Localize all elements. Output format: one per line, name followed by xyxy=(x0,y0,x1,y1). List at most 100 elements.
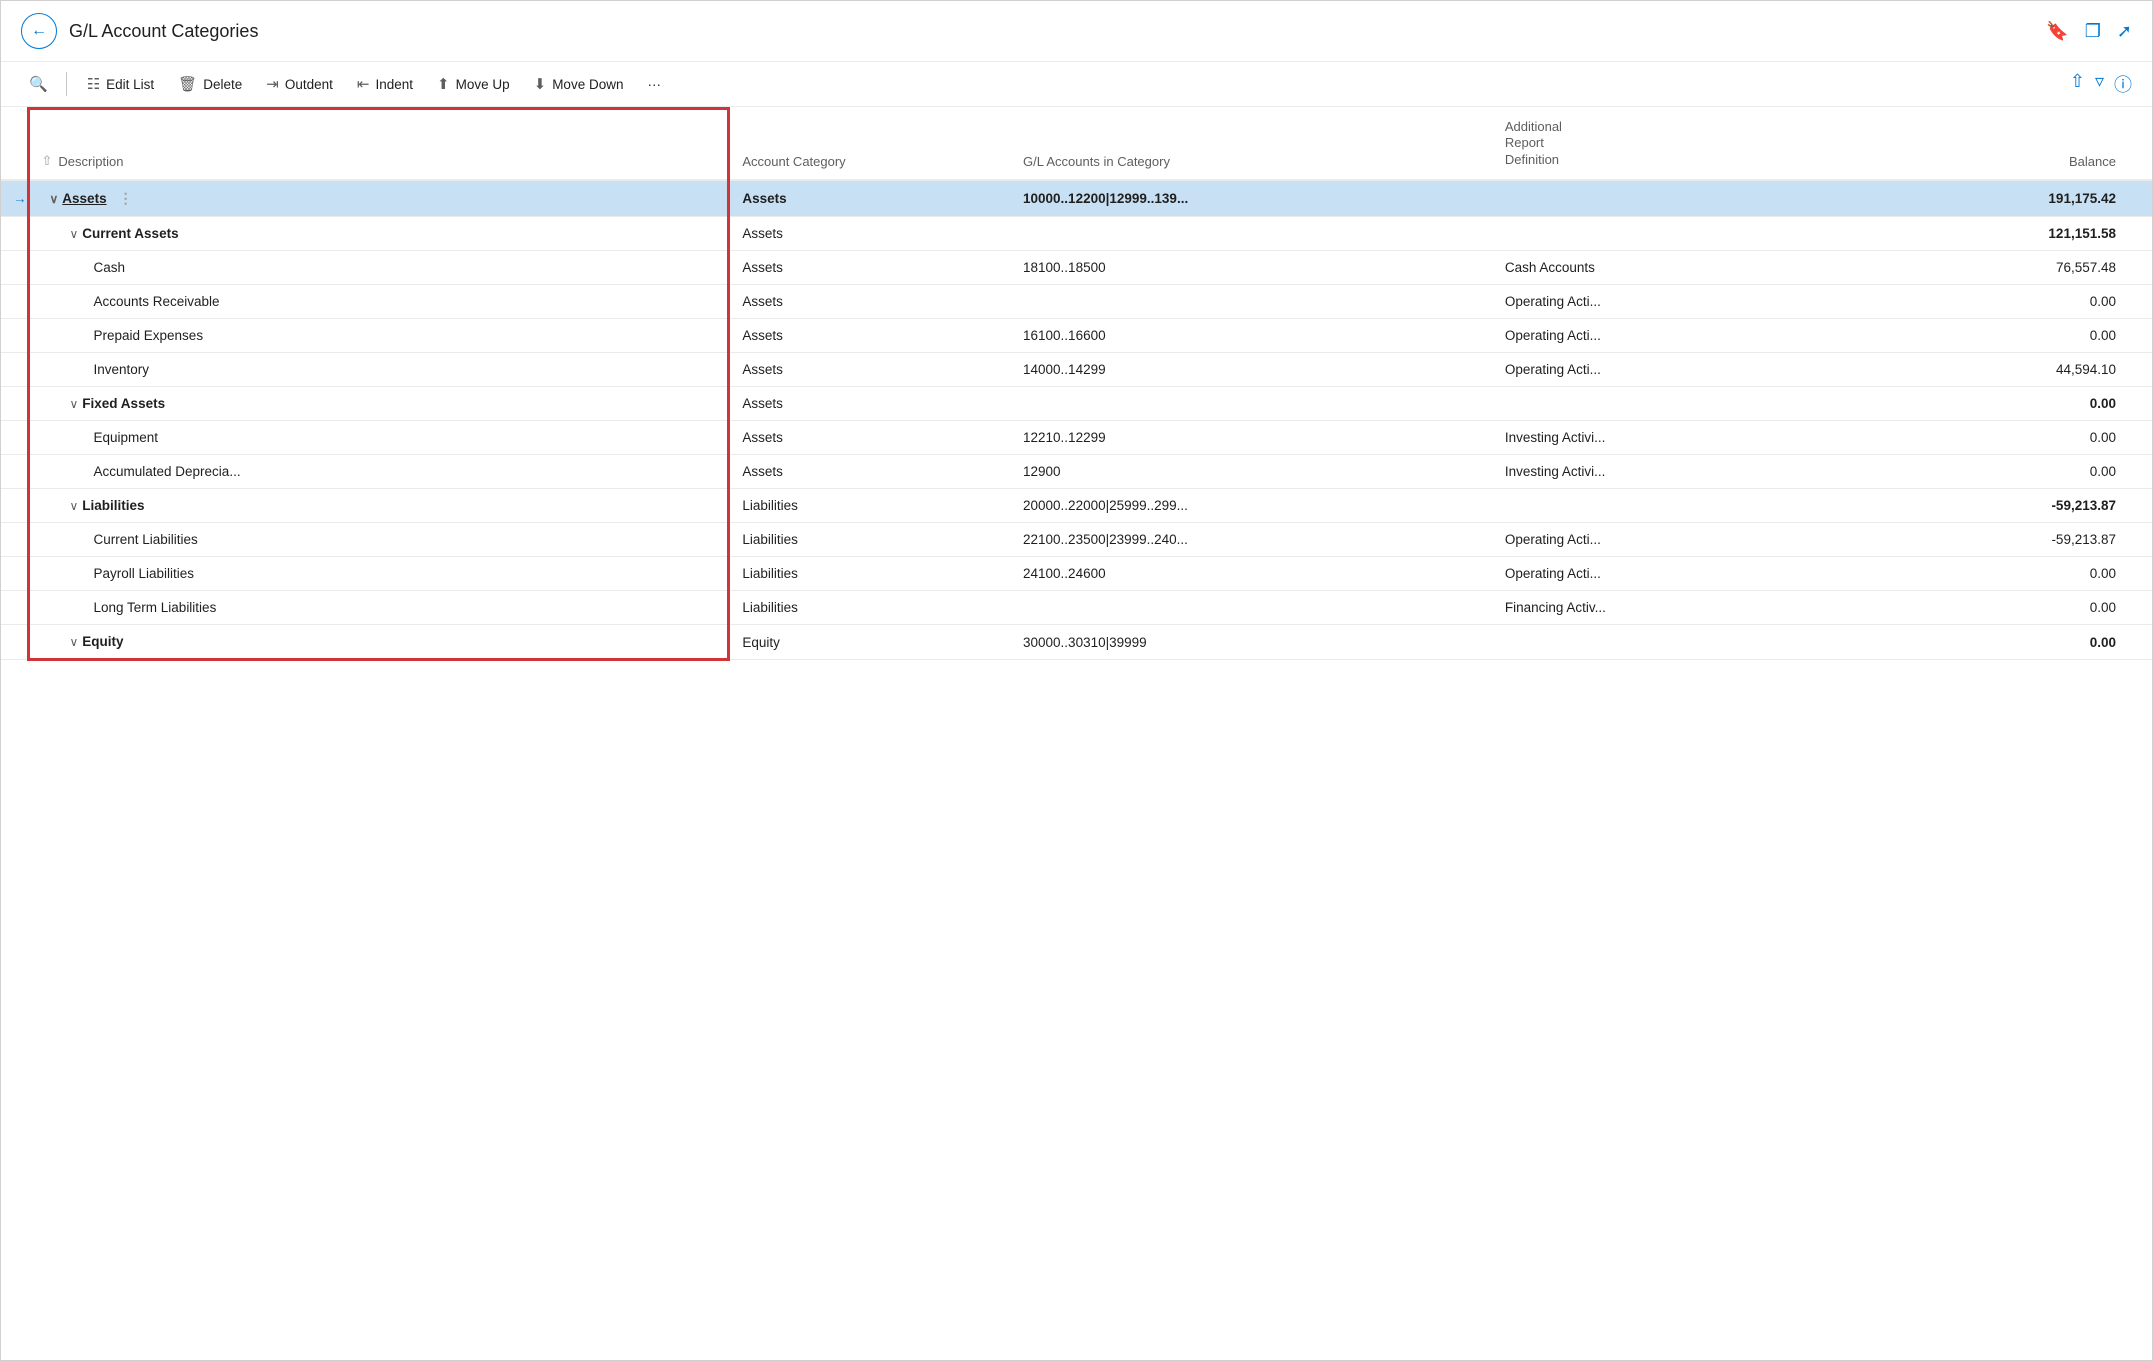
drag-handle-icon[interactable]: ⋮ xyxy=(119,190,133,207)
move-down-icon: ⬇ xyxy=(534,75,547,93)
move-down-button[interactable]: ⬇ Move Down xyxy=(524,70,634,98)
description-content: Current Liabilities xyxy=(42,532,716,547)
table-row[interactable]: Long Term LiabilitiesLiabilitiesFinancin… xyxy=(1,591,2152,625)
account-category-cell: Assets xyxy=(729,455,1011,489)
description-cell[interactable]: ∨Equity xyxy=(28,625,729,660)
description-cell[interactable]: Inventory xyxy=(28,353,729,387)
description-label: Assets xyxy=(62,191,106,206)
row-indicator xyxy=(1,455,28,489)
row-indicator xyxy=(1,625,28,660)
info-toolbar-icon[interactable]: ⓘ xyxy=(2114,71,2132,97)
balance-cell: 191,175.42 xyxy=(1843,180,2128,217)
bookmark-icon[interactable]: 🔖 xyxy=(2046,21,2068,42)
chevron-icon[interactable]: ∨ xyxy=(70,635,79,649)
description-content: ∨Current Assets xyxy=(42,226,716,241)
share-toolbar-icon[interactable]: ⇧ xyxy=(2070,71,2085,97)
description-cell[interactable]: ∨Current Assets xyxy=(28,217,729,251)
description-label: Cash xyxy=(94,260,126,275)
table-row[interactable]: ∨LiabilitiesLiabilities20000..22000|2599… xyxy=(1,489,2152,523)
balance-cell: 0.00 xyxy=(1843,421,2128,455)
description-content: Prepaid Expenses xyxy=(42,328,716,343)
table-row[interactable]: ∨Current AssetsAssets121,151.58 xyxy=(1,217,2152,251)
table-row[interactable]: Prepaid ExpensesAssets16100..16600Operat… xyxy=(1,319,2152,353)
description-content: Payroll Liabilities xyxy=(42,566,716,581)
description-cell[interactable]: Accumulated Deprecia... xyxy=(28,455,729,489)
indicator-col-header xyxy=(1,109,28,181)
additional-cell: Operating Acti... xyxy=(1493,523,1843,557)
table-row[interactable]: EquipmentAssets12210..12299Investing Act… xyxy=(1,421,2152,455)
expand-icon[interactable]: ➚ xyxy=(2117,21,2132,42)
chevron-icon[interactable]: ∨ xyxy=(70,397,79,411)
row-indicator xyxy=(1,353,28,387)
chevron-icon[interactable]: ∨ xyxy=(70,499,79,513)
more-button[interactable]: ··· xyxy=(637,72,671,97)
balance-cell: 44,594.10 xyxy=(1843,353,2128,387)
search-button[interactable]: 🔍 xyxy=(21,70,56,98)
description-content: Cash xyxy=(42,260,716,275)
description-cell[interactable]: ∨Liabilities xyxy=(28,489,729,523)
delete-label: Delete xyxy=(203,77,242,92)
table-row[interactable]: ∨EquityEquity30000..30310|399990.00 xyxy=(1,625,2152,660)
description-content: Equipment xyxy=(42,430,716,445)
table-body: →∨Assets⋮Assets10000..12200|12999..139..… xyxy=(1,180,2152,660)
row-indicator: → xyxy=(1,180,28,217)
outdent-button[interactable]: ⇥ Outdent xyxy=(256,70,343,98)
indent-button[interactable]: ⇤ Indent xyxy=(347,70,423,98)
description-label: Long Term Liabilities xyxy=(94,600,217,615)
additional-cell: Financing Activ... xyxy=(1493,591,1843,625)
account-category-cell: Liabilities xyxy=(729,557,1011,591)
table-row[interactable]: →∨Assets⋮Assets10000..12200|12999..139..… xyxy=(1,180,2152,217)
table-row[interactable]: Accounts ReceivableAssetsOperating Acti.… xyxy=(1,285,2152,319)
table-row[interactable]: InventoryAssets14000..14299Operating Act… xyxy=(1,353,2152,387)
description-cell[interactable]: Cash xyxy=(28,251,729,285)
account-category-cell: Assets xyxy=(729,319,1011,353)
table-row[interactable]: ∨Fixed AssetsAssets0.00 xyxy=(1,387,2152,421)
balance-col-header: Balance xyxy=(1843,109,2128,181)
account-category-cell: Assets xyxy=(729,421,1011,455)
row-spacer xyxy=(2128,251,2152,285)
back-button[interactable]: ← xyxy=(21,13,57,49)
description-cell[interactable]: Long Term Liabilities xyxy=(28,591,729,625)
description-content: ∨Fixed Assets xyxy=(42,396,716,411)
description-cell[interactable]: ∨Assets ⋮ xyxy=(28,180,729,217)
toolbar-right-icons: ⇧ ▿ ⓘ xyxy=(2070,71,2132,97)
description-cell[interactable]: Prepaid Expenses xyxy=(28,319,729,353)
description-cell[interactable]: Accounts Receivable xyxy=(28,285,729,319)
description-cell[interactable]: ∨Fixed Assets xyxy=(28,387,729,421)
description-label: Current Assets xyxy=(82,226,178,241)
row-spacer xyxy=(2128,591,2152,625)
row-indicator xyxy=(1,251,28,285)
table-row[interactable]: Payroll LiabilitiesLiabilities24100..246… xyxy=(1,557,2152,591)
description-cell[interactable]: Payroll Liabilities xyxy=(28,557,729,591)
gl-accounts-cell: 12210..12299 xyxy=(1011,421,1493,455)
indent-label: Indent xyxy=(375,77,413,92)
additional-cell: Operating Acti... xyxy=(1493,319,1843,353)
description-label: Equity xyxy=(82,634,123,649)
balance-cell: -59,213.87 xyxy=(1843,523,2128,557)
toolbar: 🔍 ☷ Edit List 🗑 Delete ⇥ Outdent ⇤ Inden… xyxy=(1,62,2152,107)
description-content: ∨Equity xyxy=(42,634,716,649)
title-bar: ← G/L Account Categories 🔖 ❐ ➚ xyxy=(1,1,2152,62)
delete-button[interactable]: 🗑 Delete xyxy=(168,70,252,98)
balance-cell: 0.00 xyxy=(1843,319,2128,353)
gl-accounts-cell xyxy=(1011,387,1493,421)
move-down-label: Move Down xyxy=(552,77,623,92)
chevron-icon[interactable]: ∨ xyxy=(50,192,59,206)
table-row[interactable]: CashAssets18100..18500Cash Accounts76,55… xyxy=(1,251,2152,285)
chevron-icon[interactable]: ∨ xyxy=(70,227,79,241)
description-label: Current Liabilities xyxy=(94,532,198,547)
filter-toolbar-icon[interactable]: ▿ xyxy=(2095,71,2104,97)
share-icon[interactable]: ❐ xyxy=(2085,21,2101,42)
balance-cell: 121,151.58 xyxy=(1843,217,2128,251)
edit-list-button[interactable]: ☷ Edit List xyxy=(77,70,164,98)
description-header-label: Description xyxy=(58,154,123,169)
sort-up-icon[interactable]: ⇧ xyxy=(42,153,53,169)
move-up-button[interactable]: ⬆ Move Up xyxy=(427,70,520,98)
account-category-cell: Equity xyxy=(729,625,1011,660)
description-label: Prepaid Expenses xyxy=(94,328,204,343)
table-row[interactable]: Accumulated Deprecia...Assets12900Invest… xyxy=(1,455,2152,489)
description-cell[interactable]: Current Liabilities xyxy=(28,523,729,557)
description-label: Liabilities xyxy=(82,498,144,513)
description-cell[interactable]: Equipment xyxy=(28,421,729,455)
table-row[interactable]: Current LiabilitiesLiabilities22100..235… xyxy=(1,523,2152,557)
